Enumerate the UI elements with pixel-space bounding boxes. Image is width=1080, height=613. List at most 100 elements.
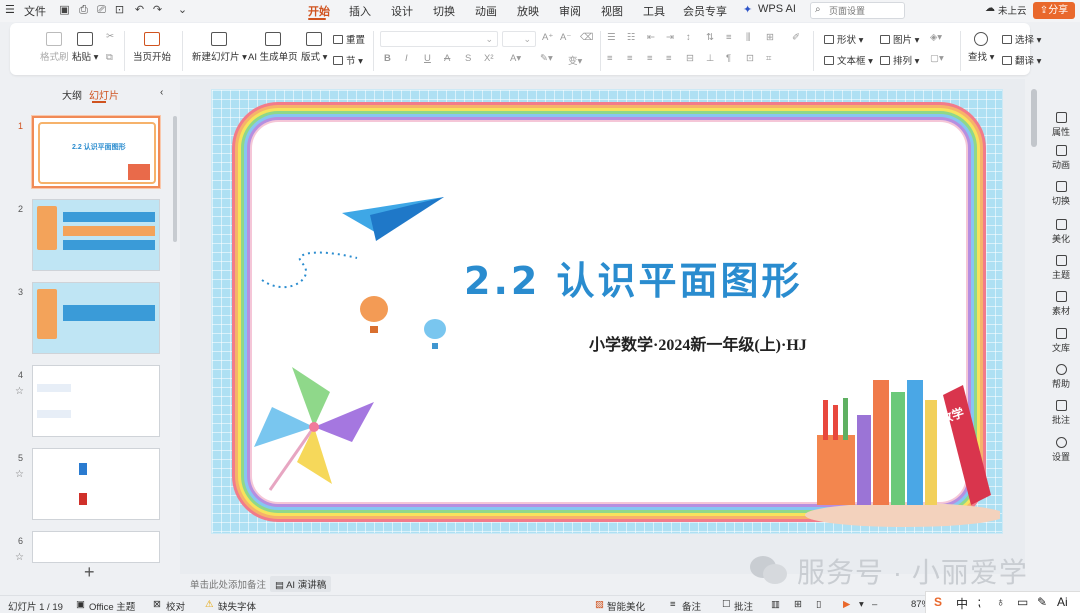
notes-placeholder[interactable]: 单击此处添加备注 bbox=[190, 577, 266, 591]
sogou-icon[interactable]: S bbox=[934, 595, 942, 609]
slide-thumbnail-5[interactable] bbox=[32, 448, 160, 520]
align-center-icon[interactable]: ≡ bbox=[627, 53, 633, 64]
tab-transitions[interactable]: 切换 bbox=[433, 3, 455, 19]
smart-beautify-button[interactable]: 智能美化 bbox=[607, 599, 645, 613]
share-button[interactable]: ⇪分享 bbox=[1033, 2, 1075, 19]
tab-home[interactable]: 开始 bbox=[308, 3, 330, 19]
panel-theme[interactable]: 主题 bbox=[1042, 255, 1080, 281]
strikethrough-icon[interactable]: A bbox=[444, 53, 450, 64]
slide-sorter-icon[interactable]: ⊞ bbox=[794, 599, 802, 610]
paragraph-icon[interactable]: ¶ bbox=[726, 53, 731, 64]
tab-wps-ai[interactable]: WPS AI bbox=[758, 3, 796, 15]
distribute-icon[interactable]: ⊟ bbox=[686, 53, 694, 64]
search-box[interactable]: ⌕ bbox=[810, 2, 905, 19]
italic-icon[interactable]: I bbox=[405, 53, 408, 64]
comments-toggle[interactable]: 批注 bbox=[734, 599, 753, 613]
bullets-icon[interactable]: ☰ bbox=[607, 32, 616, 43]
undo-icon[interactable]: ↶ bbox=[133, 4, 146, 17]
slide-thumbnail-4[interactable] bbox=[32, 365, 160, 437]
canvas-scrollbar[interactable] bbox=[1031, 89, 1037, 147]
cut-icon[interactable]: ✂ bbox=[106, 31, 114, 42]
punctuation-icon[interactable]: ⁏ bbox=[977, 595, 981, 609]
slide-subtitle[interactable]: 小学数学·2024新一年级(上)·HJ bbox=[589, 331, 807, 355]
numbering-icon[interactable]: ☷ bbox=[627, 32, 636, 43]
play-icon[interactable]: ▶ bbox=[843, 599, 850, 610]
paste-button[interactable]: 粘贴 ▾ bbox=[72, 32, 98, 63]
panel-properties[interactable]: 属性 bbox=[1042, 112, 1080, 138]
ime-chinese-mode[interactable]: 中 bbox=[956, 595, 968, 612]
tab-slides[interactable]: 幻灯片 bbox=[89, 87, 119, 102]
save-icon[interactable]: ▣ bbox=[58, 4, 71, 17]
theme-name[interactable]: Office 主题 bbox=[89, 599, 135, 613]
text-effects-icon[interactable]: ✐ bbox=[792, 32, 800, 43]
font-size-select[interactable]: ⌄ bbox=[502, 31, 536, 47]
skin-icon[interactable]: ✎ bbox=[1037, 595, 1047, 609]
align-right-icon[interactable]: ≡ bbox=[647, 53, 653, 64]
play-dropdown-icon[interactable]: ▾ bbox=[859, 599, 864, 610]
text-box-fit-icon[interactable]: ⊡ bbox=[746, 53, 754, 64]
panel-help[interactable]: 帮助 bbox=[1042, 364, 1080, 390]
indent-increase-icon[interactable]: ⇥ bbox=[666, 32, 674, 43]
slide-thumbnail-2[interactable] bbox=[32, 199, 160, 271]
wps-ai-icon[interactable]: ✦ bbox=[743, 3, 752, 16]
slide-title[interactable]: 2.2 认识平面图形 bbox=[464, 250, 803, 305]
layout-button[interactable]: 版式 ▾ bbox=[301, 32, 327, 63]
search-input[interactable] bbox=[829, 4, 901, 17]
highlight-icon[interactable]: ✎▾ bbox=[540, 53, 553, 64]
microphone-icon[interactable]: ♁ bbox=[996, 595, 1005, 609]
vertical-align-icon[interactable]: ⊥ bbox=[706, 53, 714, 64]
line-spacing-icon[interactable]: ↕ bbox=[686, 32, 691, 43]
export-pdf-icon[interactable]: ⎙ bbox=[77, 4, 90, 17]
shadow-icon[interactable]: S bbox=[465, 53, 471, 64]
normal-view-icon[interactable]: ▥ bbox=[771, 599, 780, 610]
font-color-icon[interactable]: A▾ bbox=[510, 53, 521, 64]
align-text-icon[interactable]: ≡ bbox=[726, 32, 732, 43]
tab-outline[interactable]: 大纲 bbox=[62, 87, 82, 102]
notes-toggle[interactable]: 备注 bbox=[682, 599, 701, 613]
reading-view-icon[interactable]: ▯ bbox=[816, 599, 821, 610]
panel-transition[interactable]: 切换 bbox=[1042, 181, 1080, 207]
slide-panel-scrollbar[interactable] bbox=[173, 116, 177, 242]
slide-thumbnail-3[interactable] bbox=[32, 282, 160, 354]
outline-icon[interactable]: ▢▾ bbox=[930, 53, 944, 64]
find-button[interactable]: 查找 ▾ bbox=[968, 32, 994, 63]
customize-chevron-icon[interactable]: ⌄ bbox=[176, 4, 189, 17]
text-direction-icon[interactable]: ⇅ bbox=[706, 32, 714, 43]
tab-tools[interactable]: 工具 bbox=[643, 3, 665, 19]
panel-comments[interactable]: 批注 bbox=[1042, 400, 1080, 426]
redo-icon[interactable]: ↷ bbox=[151, 4, 164, 17]
slide-thumbnail-1[interactable]: 2.2 认识平面图形 bbox=[31, 115, 161, 189]
tab-animations[interactable]: 动画 bbox=[475, 3, 497, 19]
menu-icon[interactable]: ☰ bbox=[5, 3, 15, 16]
superscript-icon[interactable]: X² bbox=[484, 53, 494, 64]
panel-library[interactable]: 文库 bbox=[1042, 328, 1080, 354]
tab-slideshow[interactable]: 放映 bbox=[517, 3, 539, 19]
from-current-slide-button[interactable]: 当页开始 bbox=[133, 32, 171, 63]
decrease-font-icon[interactable]: A⁻ bbox=[560, 32, 571, 43]
keyboard-icon[interactable]: ▭ bbox=[1017, 595, 1028, 609]
underline-icon[interactable]: U bbox=[424, 53, 431, 64]
slide-canvas[interactable]: 2.2 认识平面图形 小学数学·2024新一年级(上)·HJ 数学 bbox=[211, 89, 1003, 534]
convert-smartart-icon[interactable]: ⊞ bbox=[766, 32, 774, 43]
slide-thumbnail-6[interactable] bbox=[32, 531, 160, 563]
translate-button[interactable]: 翻译 ▾ bbox=[1002, 53, 1041, 67]
tab-review[interactable]: 审阅 bbox=[559, 3, 581, 19]
bold-icon[interactable]: B bbox=[384, 53, 391, 64]
font-family-select[interactable]: ⌄ bbox=[380, 31, 498, 47]
file-menu[interactable]: 文件 bbox=[24, 3, 46, 19]
collapse-panel-icon[interactable]: ‹ bbox=[160, 87, 163, 98]
print-icon[interactable]: ⎚ bbox=[95, 4, 108, 17]
arrange-button[interactable]: 排列 ▾ bbox=[880, 53, 919, 67]
add-slide-icon[interactable]: + bbox=[84, 563, 95, 581]
shape-button[interactable]: 形状 ▾ bbox=[824, 32, 863, 46]
cloud-status[interactable]: 未上云 bbox=[998, 3, 1027, 17]
copy-icon[interactable]: ⧉ bbox=[106, 52, 113, 63]
panel-settings[interactable]: 设置 bbox=[1042, 437, 1080, 463]
tab-membership[interactable]: 会员专享 bbox=[683, 3, 727, 19]
slide-count[interactable]: 幻灯片 1 / 19 bbox=[8, 599, 63, 613]
reset-button[interactable]: 重置 bbox=[333, 32, 365, 46]
tab-view[interactable]: 视图 bbox=[601, 3, 623, 19]
align-left-icon[interactable]: ≡ bbox=[607, 53, 613, 64]
textbox-button[interactable]: 文本框 ▾ bbox=[824, 53, 873, 67]
ime-ai[interactable]: Ai bbox=[1057, 595, 1068, 609]
